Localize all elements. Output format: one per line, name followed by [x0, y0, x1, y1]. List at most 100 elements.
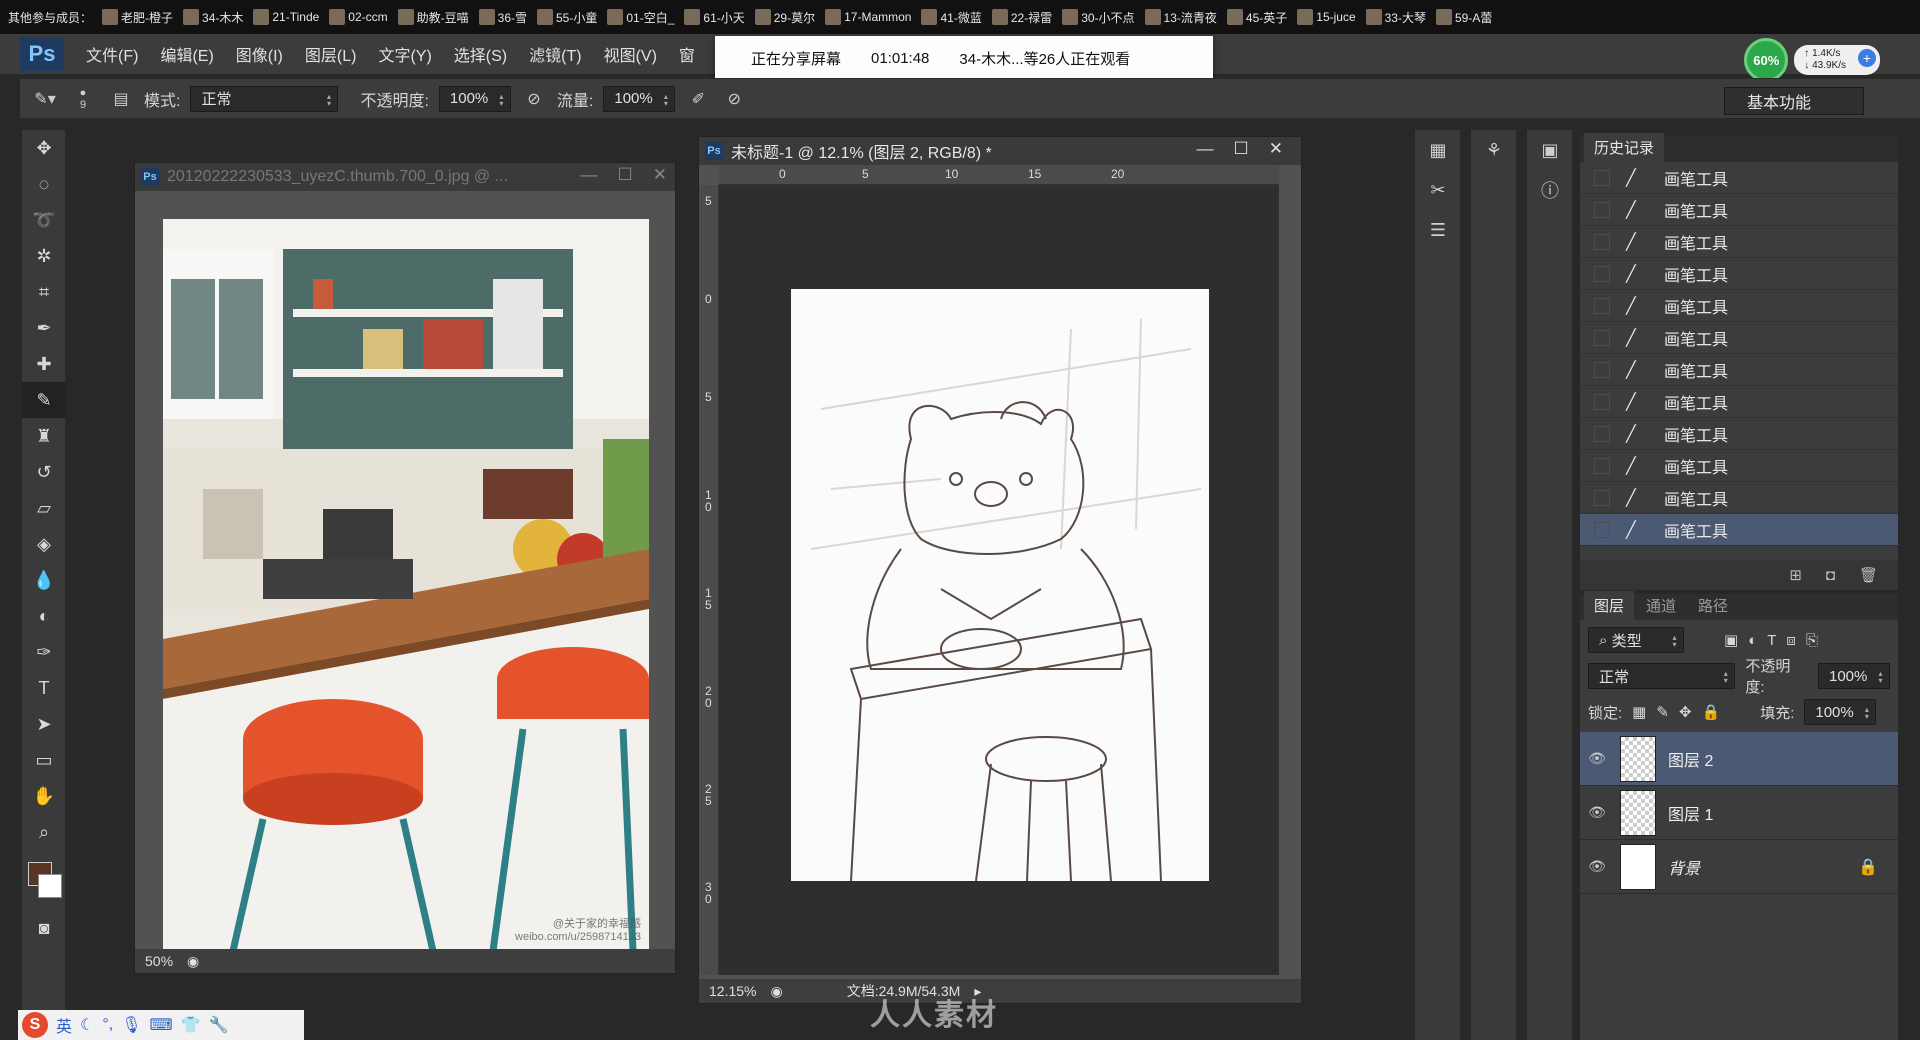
history-item[interactable]: ╱ 画笔工具 [1580, 226, 1898, 258]
type-tool-icon[interactable]: T [22, 670, 66, 706]
swatch-panel-icon[interactable]: ▣ [1527, 130, 1573, 170]
flow-select[interactable]: 100% [603, 85, 676, 112]
history-snapshot-checkbox[interactable] [1594, 265, 1610, 282]
lock-all-icon[interactable]: 🔒 [1702, 703, 1721, 721]
filter-pixel-icon[interactable]: ▣ [1724, 631, 1738, 649]
menu-item[interactable]: 图层(L) [305, 42, 357, 66]
lock-transparent-icon[interactable]: ▦ [1632, 703, 1646, 721]
history-snapshot-checkbox[interactable] [1594, 425, 1610, 442]
pen-tool-icon[interactable]: ✑ [22, 634, 66, 670]
plus-icon[interactable]: + [1858, 49, 1876, 67]
pressure-opacity-icon[interactable]: ⊘ [521, 86, 547, 112]
participant-item[interactable]: 助教-豆喵 [397, 9, 469, 26]
history-item[interactable]: ╱ 画笔工具 [1580, 194, 1898, 226]
participant-item[interactable]: 17-Mammon [825, 9, 911, 25]
filter-adjust-icon[interactable]: ◐ [1748, 632, 1757, 649]
eraser-tool-icon[interactable]: ▱ [22, 490, 66, 526]
brush-presets-icon[interactable]: ⚘ [1471, 130, 1517, 170]
participant-item[interactable]: 30-小不点 [1062, 9, 1135, 26]
participant-item[interactable]: 33-大琴 [1365, 9, 1426, 26]
performance-widget[interactable]: 60% ↑ 1.4K/s ↓ 43.9K/s + [1744, 38, 1880, 82]
history-brush-tool-icon[interactable]: ↺ [22, 454, 66, 490]
history-snapshot-checkbox[interactable] [1594, 457, 1610, 474]
mode-select[interactable]: 正常 [190, 85, 339, 112]
crop-tool-icon[interactable]: ⌗ [22, 274, 66, 310]
participant-item[interactable]: 02-ccm [329, 9, 388, 25]
close-button[interactable]: ✕ [1269, 139, 1283, 159]
history-snapshot-checkbox[interactable] [1594, 329, 1610, 346]
tab-layers-panel[interactable]: 通道 [1636, 591, 1686, 620]
keyboard-icon[interactable]: ⌨ [150, 1015, 173, 1035]
tools-icon[interactable]: ✂ [1415, 170, 1461, 210]
sogou-logo-icon[interactable]: S [22, 1012, 48, 1038]
history-snapshot-checkbox[interactable] [1594, 233, 1610, 250]
history-item[interactable]: ╱ 画笔工具 [1580, 162, 1898, 194]
wrench-icon[interactable]: 🔧 [209, 1015, 229, 1035]
clone-stamp-tool-icon[interactable]: ♜ [22, 418, 66, 454]
lock-position-icon[interactable]: ✥ [1679, 703, 1692, 721]
participant-item[interactable]: 13-流青夜 [1144, 9, 1217, 26]
healing-brush-tool-icon[interactable]: ✚ [22, 346, 66, 382]
history-snapshot-checkbox[interactable] [1594, 169, 1610, 186]
zoom-tool-icon[interactable]: ⌕ [22, 814, 66, 850]
photo-zoom-level[interactable]: 50% [145, 953, 173, 969]
adjust-icon[interactable]: ☰ [1415, 210, 1461, 250]
eye-icon[interactable]: 👁 [1580, 750, 1614, 767]
eyedropper-tool-icon[interactable]: ✒ [22, 310, 66, 346]
grid-icon[interactable]: ▦ [1415, 130, 1461, 170]
info-icon[interactable]: ◉ [187, 953, 199, 970]
history-item[interactable]: ╱ 画笔工具 [1580, 386, 1898, 418]
blur-tool-icon[interactable]: 💧 [22, 562, 66, 598]
path-selection-tool-icon[interactable]: ➤ [22, 706, 66, 742]
maximize-button[interactable]: ☐ [618, 165, 633, 185]
history-snapshot-checkbox[interactable] [1594, 361, 1610, 378]
participant-item[interactable]: 36-雪 [478, 9, 527, 26]
eye-icon[interactable]: 👁 [1580, 804, 1614, 821]
maximize-button[interactable]: ☐ [1234, 139, 1249, 159]
workspace-select[interactable]: 基本功能 [1724, 87, 1864, 115]
quick-mask-icon[interactable]: ◙ [22, 910, 66, 946]
participant-item[interactable]: 45-英子 [1226, 9, 1287, 26]
skin-icon[interactable]: 👕 [181, 1015, 201, 1035]
participant-item[interactable]: 22-禄雷 [991, 9, 1052, 26]
history-item[interactable]: ╱ 画笔工具 [1580, 354, 1898, 386]
history-snapshot-checkbox[interactable] [1594, 297, 1610, 314]
fill-select[interactable]: 100% [1804, 699, 1877, 725]
sketch-canvas[interactable] [791, 289, 1209, 882]
history-item[interactable]: ╱ 画笔工具 [1580, 450, 1898, 482]
new-document-from-state-icon[interactable]: ⊞ [1789, 566, 1802, 584]
tab-layers-panel[interactable]: 路径 [1688, 591, 1738, 620]
brush-preset-icon[interactable]: ✎▾ [32, 86, 58, 112]
background-color-swatch[interactable] [38, 874, 62, 898]
filter-type-icon[interactable]: T [1767, 632, 1776, 649]
brush-tool-icon[interactable]: ✎ [22, 382, 66, 418]
layer-row-background[interactable]: 👁 背景 🔒 [1580, 840, 1898, 894]
participant-item[interactable]: 61-小天 [684, 9, 745, 26]
menu-item[interactable]: 滤镜(T) [529, 42, 581, 66]
layer-opacity-select[interactable]: 100% [1818, 663, 1890, 689]
participant-item[interactable]: 15-juce [1297, 9, 1356, 25]
participant-item[interactable]: 老肥-橙子 [102, 9, 173, 26]
moon-icon[interactable]: ☾ [80, 1015, 94, 1035]
history-item[interactable]: ╱ 画笔工具 [1580, 418, 1898, 450]
rectangle-tool-icon[interactable]: ▭ [22, 742, 66, 778]
participant-item[interactable]: 34-木木 [183, 9, 243, 26]
marquee-tool-icon[interactable]: ◌ [22, 166, 66, 202]
dodge-tool-icon[interactable]: ◐ [22, 598, 66, 634]
tab-layers-panel[interactable]: 图层 [1584, 591, 1635, 620]
history-snapshot-checkbox[interactable] [1594, 521, 1610, 538]
participant-item[interactable]: 01-空白_ [607, 9, 674, 26]
participant-item[interactable]: 55-小童 [537, 9, 597, 26]
canvas-area[interactable] [719, 185, 1279, 975]
punctuation-icon[interactable]: °, [102, 1016, 113, 1034]
menu-item[interactable]: 视图(V) [604, 42, 657, 66]
move-tool-icon[interactable]: ✥ [22, 130, 66, 166]
tab-history[interactable]: 历史记录 [1584, 133, 1665, 162]
pressure-size-icon[interactable]: ⊘ [721, 86, 747, 112]
microphone-icon[interactable]: 🎙 [121, 1015, 141, 1035]
menu-item[interactable]: 选择(S) [454, 42, 507, 66]
info-panel-icon[interactable]: ⓘ [1527, 170, 1573, 210]
close-button[interactable]: ✕ [653, 165, 667, 185]
delete-icon[interactable]: 🗑 [1859, 566, 1878, 584]
lock-pixels-icon[interactable]: ✎ [1656, 703, 1669, 721]
